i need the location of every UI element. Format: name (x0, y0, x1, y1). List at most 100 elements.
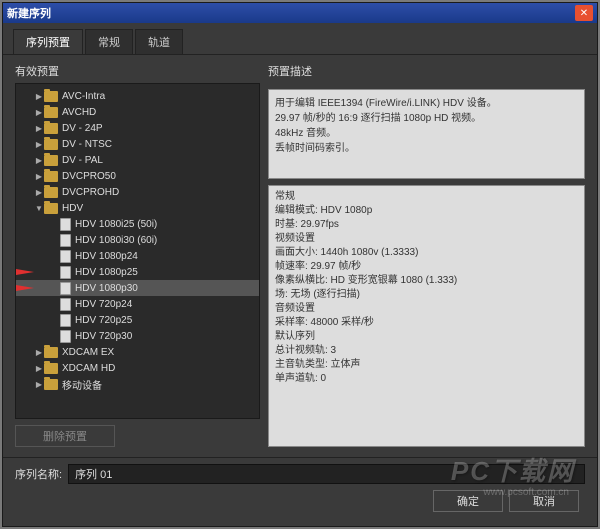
tree-item-9[interactable]: HDV 1080i30 (60i) (16, 232, 259, 248)
tree-item-label: 移动设备 (62, 377, 102, 392)
tab-0[interactable]: 序列预置 (13, 29, 83, 54)
tree-item-label: HDV 720p24 (75, 299, 132, 310)
tree-item-5[interactable]: ▶ DVCPRO50 (16, 168, 259, 184)
preset-tree[interactable]: ▶ AVC-Intra ▶ AVCHD ▶ DV - 24P ▶ DV - NTSC ▶ DV -… (15, 83, 260, 419)
tree-item-8[interactable]: HDV 1080i25 (50i) (16, 216, 259, 232)
detail-line: 帧速率: 29.97 帧/秒 (275, 260, 578, 274)
chevron-right-icon[interactable]: ▶ (34, 156, 44, 165)
tree-item-label: HDV (62, 203, 83, 214)
tab-1[interactable]: 常规 (85, 29, 133, 54)
window-title: 新建序列 (7, 5, 575, 21)
tree-item-label: DVCPROHD (62, 187, 119, 198)
detail-line: 视频设置 (275, 232, 578, 246)
tree-item-12[interactable]: HDV 1080p30 (16, 280, 259, 296)
tree-item-label: HDV 720p25 (75, 315, 132, 326)
chevron-right-icon[interactable]: ▶ (34, 92, 44, 101)
tree-item-label: XDCAM EX (62, 347, 114, 358)
details-box: 常规 编辑模式: HDV 1080p 时基: 29.97fps 视频设置 画面大… (268, 185, 585, 447)
chevron-right-icon[interactable]: ▶ (34, 188, 44, 197)
folder-icon (44, 139, 58, 150)
document-icon (60, 218, 71, 231)
folder-icon (44, 155, 58, 166)
folder-icon (44, 123, 58, 134)
tree-item-16[interactable]: ▶ XDCAM EX (16, 344, 259, 360)
annotation-arrow-icon (15, 268, 34, 276)
detail-line: 场: 无场 (逐行扫描) (275, 288, 578, 302)
tree-item-label: HDV 1080i30 (60i) (75, 235, 157, 246)
tab-bar: 序列预置常规轨道 (3, 23, 597, 55)
tree-item-label: HDV 1080i25 (50i) (75, 219, 157, 230)
folder-icon (44, 203, 58, 214)
desc-line: 48kHz 音频。 (275, 124, 578, 139)
sequence-name-label: 序列名称: (15, 466, 62, 482)
tab-2[interactable]: 轨道 (135, 29, 183, 54)
tree-item-13[interactable]: HDV 720p24 (16, 296, 259, 312)
folder-icon (44, 91, 58, 102)
tree-item-0[interactable]: ▶ AVC-Intra (16, 88, 259, 104)
detail-line: 像素纵横比: HD 变形宽银幕 1080 (1.333) (275, 274, 578, 288)
chevron-right-icon[interactable]: ▶ (34, 348, 44, 357)
document-icon (60, 298, 71, 311)
tree-item-18[interactable]: ▶ 移动设备 (16, 376, 259, 392)
detail-line: 常规 (275, 190, 578, 204)
tree-item-label: HDV 1080p30 (75, 283, 138, 294)
sequence-name-input[interactable] (68, 464, 585, 484)
cancel-button[interactable]: 取消 (509, 490, 579, 512)
tree-item-label: HDV 1080p25 (75, 267, 138, 278)
document-icon (60, 314, 71, 327)
tree-item-1[interactable]: ▶ AVCHD (16, 104, 259, 120)
chevron-right-icon[interactable]: ▶ (34, 172, 44, 181)
tree-item-14[interactable]: HDV 720p25 (16, 312, 259, 328)
chevron-down-icon[interactable]: ▼ (34, 204, 44, 213)
chevron-right-icon[interactable]: ▶ (34, 140, 44, 149)
tree-item-label: DV - NTSC (62, 139, 112, 150)
tree-item-4[interactable]: ▶ DV - PAL (16, 152, 259, 168)
ok-button[interactable]: 确定 (433, 490, 503, 512)
tree-item-17[interactable]: ▶ XDCAM HD (16, 360, 259, 376)
tree-item-3[interactable]: ▶ DV - NTSC (16, 136, 259, 152)
tree-item-6[interactable]: ▶ DVCPROHD (16, 184, 259, 200)
chevron-right-icon[interactable]: ▶ (34, 108, 44, 117)
tree-item-11[interactable]: HDV 1080p25 (16, 264, 259, 280)
document-icon (60, 282, 71, 295)
document-icon (60, 266, 71, 279)
tree-item-label: HDV 1080p24 (75, 251, 138, 262)
chevron-right-icon[interactable]: ▶ (34, 380, 44, 389)
detail-line: 画面大小: 1440h 1080v (1.3333) (275, 246, 578, 260)
tree-item-7[interactable]: ▼ HDV (16, 200, 259, 216)
titlebar: 新建序列 ✕ (3, 3, 597, 23)
detail-line: 默认序列 (275, 330, 578, 344)
folder-icon (44, 187, 58, 198)
document-icon (60, 250, 71, 263)
description-box: 用于编辑 IEEE1394 (FireWire/i.LINK) HDV 设备。 … (268, 89, 585, 179)
detail-line: 总计视频轨: 3 (275, 344, 578, 358)
annotation-arrow-icon (15, 284, 34, 292)
folder-icon (44, 363, 58, 374)
detail-line: 主音轨类型: 立体声 (275, 358, 578, 372)
detail-line: 音频设置 (275, 302, 578, 316)
tree-item-label: XDCAM HD (62, 363, 115, 374)
tree-item-label: DV - PAL (62, 155, 103, 166)
chevron-right-icon[interactable]: ▶ (34, 364, 44, 373)
left-panel-title: 有效预置 (15, 63, 260, 79)
tree-item-label: HDV 720p30 (75, 331, 132, 342)
folder-icon (44, 379, 58, 390)
detail-line: 单声道轨: 0 (275, 372, 578, 386)
tree-item-label: AVC-Intra (62, 91, 105, 102)
tree-item-label: DVCPRO50 (62, 171, 116, 182)
chevron-right-icon[interactable]: ▶ (34, 124, 44, 133)
desc-line: 丢帧时间码索引。 (275, 139, 578, 154)
tree-item-15[interactable]: HDV 720p30 (16, 328, 259, 344)
tree-item-label: DV - 24P (62, 123, 103, 134)
tree-item-10[interactable]: HDV 1080p24 (16, 248, 259, 264)
tree-item-label: AVCHD (62, 107, 96, 118)
tree-item-2[interactable]: ▶ DV - 24P (16, 120, 259, 136)
detail-line: 采样率: 48000 采样/秒 (275, 316, 578, 330)
right-panel-title: 预置描述 (268, 63, 585, 79)
delete-preset-button: 删除预置 (15, 425, 115, 447)
document-icon (60, 330, 71, 343)
close-button[interactable]: ✕ (575, 5, 593, 21)
detail-line: 时基: 29.97fps (275, 218, 578, 232)
desc-line: 用于编辑 IEEE1394 (FireWire/i.LINK) HDV 设备。 (275, 94, 578, 109)
desc-line: 29.97 帧/秒的 16:9 逐行扫描 1080p HD 视频。 (275, 109, 578, 124)
